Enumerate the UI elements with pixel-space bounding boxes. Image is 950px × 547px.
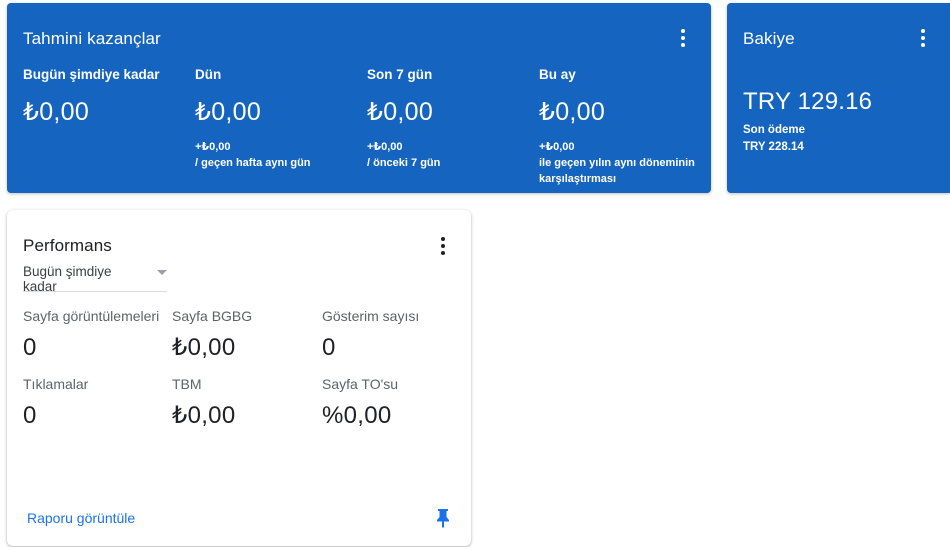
metric-value: %0,00: [322, 402, 392, 429]
last-payment-value: TRY 228.14: [743, 141, 804, 153]
metric-value: ₺0,00: [172, 334, 236, 361]
metric-delta: +₺0,00: [539, 141, 575, 153]
dropdown-caret-icon: [157, 270, 167, 275]
metric-impressions: Gösterim sayısı 0: [322, 307, 462, 363]
view-report-link[interactable]: Raporu görüntüle: [27, 510, 135, 526]
metric-page-ctr: Sayfa TO'su %0,00: [322, 375, 462, 431]
metric-value: ₺0,00: [23, 98, 90, 126]
metric-value: ₺0,00: [367, 98, 434, 126]
earnings-more-icon[interactable]: [673, 26, 693, 50]
metric-label: Son 7 gün: [367, 67, 433, 82]
estimated-earnings-card: Tahmini kazançlar Bugün şimdiye kadar ₺0…: [7, 3, 711, 193]
metric-label: Gösterim sayısı: [322, 308, 420, 324]
performance-card: Performans Bugün şimdiye kadar Sayfa gör…: [7, 210, 471, 546]
metric-today: Bugün şimdiye kadar ₺0,00: [23, 67, 193, 127]
metric-last-7-days: Son 7 gün ₺0,00 +₺0,00 / önceki 7 gün: [367, 67, 537, 171]
metric-compare: / geçen hafta aynı gün: [195, 157, 311, 169]
metric-value: 0: [322, 334, 336, 361]
balance-title: Bakiye: [743, 29, 795, 48]
metric-label: Bu ay: [539, 67, 576, 82]
metric-label: Tıklamalar: [23, 376, 89, 392]
performance-more-icon[interactable]: [433, 234, 453, 258]
date-range-value: Bugün şimdiye kadar: [23, 264, 112, 294]
metric-yesterday: Dün ₺0,00 +₺0,00 / geçen hafta aynı gün: [195, 67, 365, 171]
balance-more-icon[interactable]: [913, 26, 933, 50]
balance-card: Bakiye TRY 129.16 Son ödeme TRY 228.14: [727, 3, 950, 193]
metric-delta: +₺0,00: [195, 141, 231, 153]
metric-compare: ile geçen yılın aynı döneminin karşılaşt…: [539, 157, 695, 185]
metric-value: ₺0,00: [195, 98, 262, 126]
metric-this-month: Bu ay ₺0,00 +₺0,00 ile geçen yılın aynı …: [539, 67, 709, 187]
metric-page-views: Sayfa görüntülemeleri 0: [23, 307, 163, 363]
performance-title: Performans: [23, 236, 112, 255]
metric-label: TBM: [172, 376, 202, 392]
metric-value: 0: [23, 334, 37, 361]
pin-icon[interactable]: [435, 508, 451, 528]
metric-delta: +₺0,00: [367, 141, 403, 153]
metric-value: ₺0,00: [539, 98, 606, 126]
last-payment-label: Son ödeme: [743, 124, 805, 136]
metric-value: 0: [23, 402, 37, 429]
metric-label: Dün: [195, 67, 222, 82]
earnings-title: Tahmini kazançlar: [23, 29, 161, 48]
metric-page-rpm: Sayfa BGBG ₺0,00: [172, 307, 312, 363]
balance-amount: TRY 129.16: [743, 88, 873, 115]
metric-label: Bugün şimdiye kadar: [23, 67, 160, 82]
metric-label: Sayfa BGBG: [172, 308, 253, 324]
metric-compare: / önceki 7 gün: [367, 157, 441, 169]
metric-label: Sayfa görüntülemeleri: [23, 308, 160, 324]
metric-clicks: Tıklamalar 0: [23, 375, 163, 431]
date-range-dropdown[interactable]: Bugün şimdiye kadar: [23, 264, 167, 294]
metric-cpc: TBM ₺0,00: [172, 375, 312, 431]
metric-label: Sayfa TO'su: [322, 376, 399, 392]
metric-value: ₺0,00: [172, 402, 236, 429]
